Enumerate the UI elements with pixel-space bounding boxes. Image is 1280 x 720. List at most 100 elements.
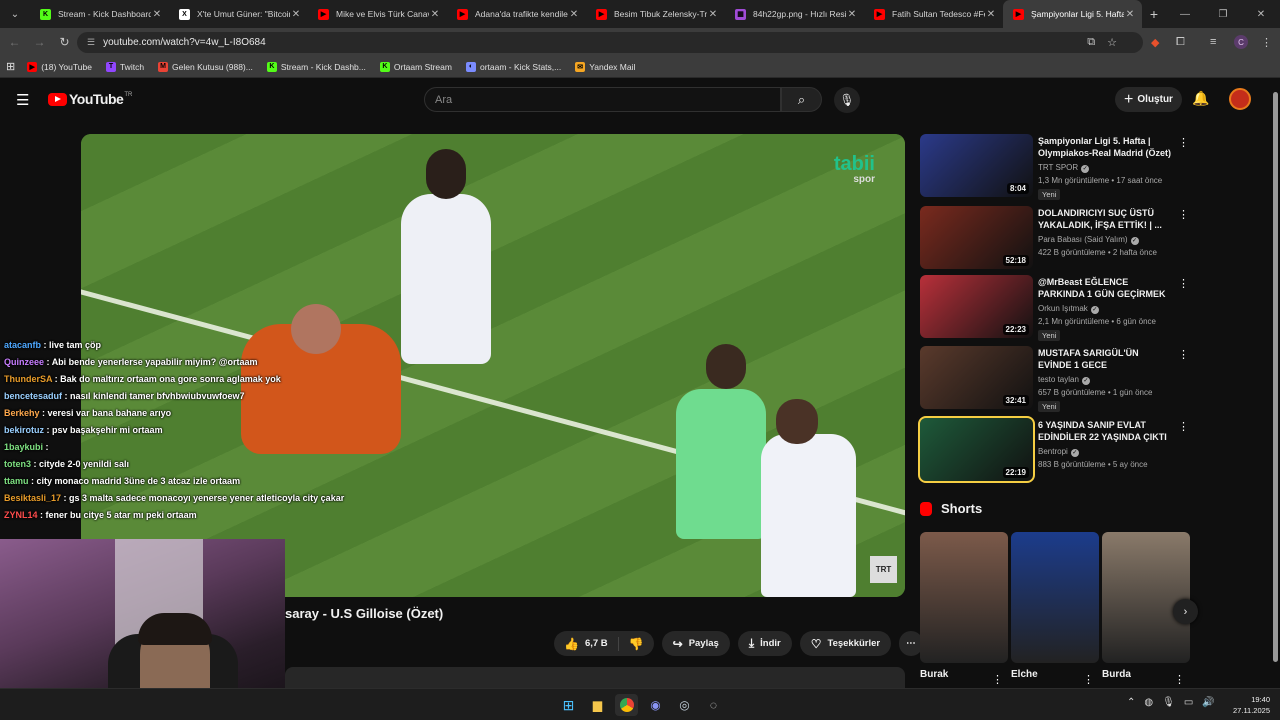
minimize-icon[interactable]: — [1166, 9, 1204, 20]
more-options-icon[interactable]: ⋮ [1178, 208, 1189, 221]
menu-hamburger-icon[interactable]: ☰ [16, 91, 29, 109]
short-title[interactable]: Burak [920, 669, 948, 680]
video-thumbnail[interactable]: 32:41 [920, 346, 1033, 409]
short-options-icon[interactable]: ⋮ [1174, 673, 1185, 686]
thanks-button[interactable]: ♡ Teşekkürler [799, 631, 892, 656]
recommended-video[interactable]: 52:18 DOLANDIRICIYI SUÇ ÜSTÜ YAKALADIK, İ… [920, 206, 1190, 270]
new-tab-button[interactable]: + [1142, 6, 1166, 22]
dislike-button[interactable]: 👎 [619, 637, 654, 651]
more-options-icon[interactable]: ⋮ [1178, 136, 1189, 149]
display-icon[interactable]: ▭ [1184, 697, 1193, 708]
network-icon[interactable]: ◍ [1144, 697, 1153, 708]
bookmark-star-icon[interactable]: ☆ [1107, 36, 1117, 49]
channel-name[interactable]: Bentropi ✓ [1038, 447, 1079, 457]
forward-icon[interactable]: → [27, 35, 52, 49]
bookmark-item[interactable]: ◐ ortaam - Kick Stats,... [465, 61, 561, 72]
search-icon[interactable]: ⌕ [781, 87, 822, 112]
extensions-puzzle-icon[interactable]: ⧠ [1176, 28, 1185, 56]
more-options-icon[interactable]: ⋮ [1178, 420, 1189, 433]
short-thumbnail[interactable] [1102, 532, 1190, 663]
browser-tab[interactable]: ▦ 84h22gp.png - Hızlı Resin ✕ [725, 0, 864, 28]
profile-avatar[interactable]: C [1234, 28, 1248, 56]
channel-name[interactable]: Orkun Işıtmak ✓ [1038, 304, 1099, 314]
video-title-link[interactable]: 6 YAŞINDA SANIP EVLAT EDİNDİLER 22 YAŞIN… [1038, 419, 1174, 443]
close-tab-icon[interactable]: ✕ [151, 9, 163, 20]
file-explorer-icon[interactable]: ▆ [586, 694, 609, 716]
tray-expand-icon[interactable]: ⌃ [1127, 697, 1135, 708]
bookmark-item[interactable]: ▶ (18) YouTube [27, 61, 92, 72]
shorts-next-icon[interactable]: › [1173, 599, 1198, 624]
recommended-video[interactable]: 22:19 6 YAŞINDA SANIP EVLAT EDİNDİLER 22 … [918, 416, 1190, 483]
video-thumbnail[interactable]: 22:19 [918, 416, 1035, 483]
scrollbar-thumb[interactable] [1273, 92, 1278, 662]
back-icon[interactable]: ← [2, 35, 27, 49]
close-tab-icon[interactable]: ✕ [985, 9, 997, 20]
apps-grid-icon[interactable]: ⊞ [6, 60, 15, 73]
close-tab-icon[interactable]: ✕ [1124, 9, 1136, 20]
channel-name[interactable]: TRT SPOR ✓ [1038, 163, 1090, 173]
search-input[interactable]: Ara [424, 87, 781, 112]
short-title[interactable]: Burda [1102, 669, 1131, 680]
restore-icon[interactable]: ❐ [1204, 9, 1242, 20]
bookmark-item[interactable]: K Stream - Kick Dashb... [266, 61, 366, 72]
extension-icon[interactable]: ◆ [1151, 28, 1159, 56]
browser-tab[interactable]: X X'te Umut Güner: "Bitcoin ✕ [169, 0, 308, 28]
download-button[interactable]: ⤓ İndir [737, 631, 792, 656]
close-tab-icon[interactable]: ✕ [429, 9, 441, 20]
mic-tray-icon[interactable]: 🎙 [1162, 697, 1175, 708]
site-info-icon[interactable]: ☰ [87, 37, 95, 48]
browser-tab[interactable]: ▶ Mike ve Elvis Türk Canava ✕ [308, 0, 447, 28]
channel-name[interactable]: Para Babası (Said Yalım) ✓ [1038, 235, 1139, 245]
video-thumbnail[interactable]: 22:23 [920, 275, 1033, 338]
bookmark-item[interactable]: M Gelen Kutusu (988)... [158, 61, 253, 72]
recommended-video[interactable]: 32:41 MUSTAFA SARIGÜL'ÜN EVİNDE 1 GECE tes… [920, 346, 1190, 412]
chrome-icon[interactable] [615, 694, 638, 716]
channel-name[interactable]: testo taylan ✓ [1038, 375, 1090, 385]
reload-icon[interactable]: ↻ [52, 35, 77, 49]
obs-icon[interactable]: ◌ [702, 694, 725, 716]
close-tab-icon[interactable]: ✕ [290, 9, 302, 20]
bookmark-item[interactable]: ✉ Yandex Mail [575, 61, 635, 72]
browser-tab[interactable]: ▶ Besim Tibuk Zelensky-Tru ✕ [586, 0, 725, 28]
video-title-link[interactable]: MUSTAFA SARIGÜL'ÜN EVİNDE 1 GECE [1038, 347, 1174, 371]
create-button[interactable]: + Oluştur [1115, 87, 1182, 112]
short-options-icon[interactable]: ⋮ [992, 673, 1003, 686]
microphone-icon[interactable]: 🎙 [834, 87, 860, 113]
tab-search-icon[interactable]: ⌄ [0, 0, 30, 28]
url-bar[interactable]: ☰ youtube.com/watch?v=4w_L-I8O684 ⧉ ☆ [77, 32, 1143, 53]
channel-avatar[interactable] [1229, 88, 1251, 110]
short-options-icon[interactable]: ⋮ [1083, 673, 1094, 686]
browser-menu-icon[interactable]: ⋮ [1261, 28, 1272, 56]
bookmark-item[interactable]: K Ortaam Stream [379, 61, 452, 72]
youtube-logo[interactable]: YouTube TR [48, 91, 132, 107]
system-clock[interactable]: 19:40 27.11.2025 [1228, 694, 1270, 716]
video-title-link[interactable]: DOLANDIRICIYI SUÇ ÜSTÜ YAKALADIK, İFŞA E… [1038, 207, 1174, 231]
share-button[interactable]: ↪ Paylaş [661, 631, 730, 656]
bookmark-item[interactable]: T Twitch [105, 61, 144, 72]
more-options-icon[interactable]: ⋮ [1178, 348, 1189, 361]
short-thumbnail[interactable] [920, 532, 1008, 663]
close-tab-icon[interactable]: ✕ [707, 9, 719, 20]
video-thumbnail[interactable]: 8:04 [920, 134, 1033, 197]
short-thumbnail[interactable] [1011, 532, 1099, 663]
install-app-icon[interactable]: ⧉ [1087, 36, 1095, 49]
close-window-icon[interactable]: ✕ [1242, 9, 1280, 20]
video-thumbnail[interactable]: 52:18 [920, 206, 1033, 269]
recommended-video[interactable]: 8:04 Şampiyonlar Ligi 5. Hafta | Olympiak… [920, 134, 1190, 200]
video-title-link[interactable]: @MrBeast EĞLENCE PARKINDA 1 GÜN GEÇİRMEK [1038, 276, 1174, 300]
like-button[interactable]: 👍 6,7 B [554, 636, 619, 651]
browser-tab[interactable]: K Stream - Kick Dashboard ✕ [30, 0, 169, 28]
close-tab-icon[interactable]: ✕ [846, 9, 858, 20]
more-options-icon[interactable]: ⋮ [1178, 277, 1189, 290]
discord-icon[interactable]: ◉ [644, 694, 667, 716]
close-tab-icon[interactable]: ✕ [568, 9, 580, 20]
reading-list-icon[interactable]: ≡ [1210, 28, 1216, 56]
browser-tab[interactable]: ▶ Şampiyonlar Ligi 5. Hafta ✕ [1003, 0, 1142, 28]
video-title-link[interactable]: Şampiyonlar Ligi 5. Hafta | Olympiakos-R… [1038, 135, 1174, 159]
browser-tab[interactable]: ▶ Fatih Sultan Tedesco #Fen ✕ [864, 0, 1003, 28]
notifications-bell-icon[interactable]: 🔔 [1192, 90, 1209, 107]
steam-icon[interactable]: ◎ [673, 694, 696, 716]
recommended-video[interactable]: 22:23 @MrBeast EĞLENCE PARKINDA 1 GÜN GEÇ… [920, 275, 1190, 341]
browser-tab[interactable]: ▶ Adana'da trafikte kendiler ✕ [447, 0, 586, 28]
short-title[interactable]: Elche [1011, 669, 1038, 680]
